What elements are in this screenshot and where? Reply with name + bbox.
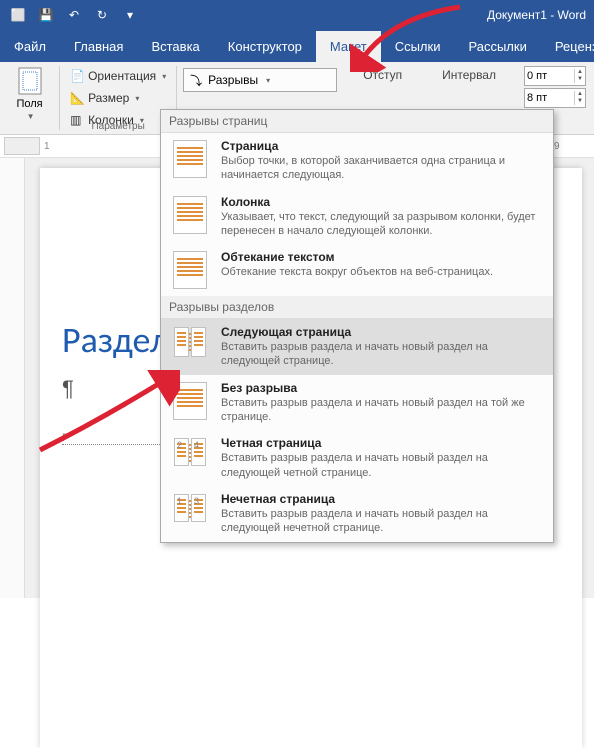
chevron-down-icon: ▾ <box>162 72 166 81</box>
item-desc: Обтекание текста вокруг объектов на веб-… <box>221 265 545 279</box>
break-page-item[interactable]: СтраницаВыбор точки, в которой заканчива… <box>161 133 553 189</box>
item-desc: Выбор точки, в которой заканчивается одн… <box>221 154 545 183</box>
margins-label: Поля <box>16 98 42 110</box>
textwrap-break-icon <box>169 250 211 290</box>
spin-down-icon[interactable]: ▼ <box>574 76 585 83</box>
page-setup-group: 📄Ориентация▾ 📐Размер▾ ▥Колонки▾ Параметр… <box>60 62 176 134</box>
indent-label: Отступ <box>363 68 402 82</box>
spacing-after-input[interactable]: ▲▼ <box>524 88 586 108</box>
breaks-button[interactable]: ⤵ Разрывы ▾ <box>183 68 337 92</box>
orientation-icon: 📄 <box>70 69 84 83</box>
document-title: Документ1 - Word <box>487 8 586 22</box>
item-title: Страница <box>221 139 545 153</box>
menu-bar: Файл Главная Вставка Конструктор Макет С… <box>0 30 594 62</box>
spacing-before-input[interactable]: ▲▼ <box>524 66 586 86</box>
break-evenpage-item[interactable]: Четная страницаВставить разрыв раздела и… <box>161 430 553 486</box>
tab-references[interactable]: Ссылки <box>381 31 455 62</box>
tab-file[interactable]: Файл <box>0 31 60 62</box>
item-desc: Вставить разрыв раздела и начать новый р… <box>221 451 545 480</box>
tab-insert[interactable]: Вставка <box>137 31 213 62</box>
break-nextpage-item[interactable]: Следующая страницаВставить разрыв раздел… <box>161 319 553 375</box>
item-desc: Указывает, что текст, следующий за разры… <box>221 210 545 239</box>
evenpage-break-icon <box>169 436 211 476</box>
word-icon: ⬜ <box>8 5 28 25</box>
item-title: Нечетная страница <box>221 492 545 506</box>
spacing-before-value[interactable] <box>525 70 565 82</box>
size-label: Размер <box>88 91 129 105</box>
page-break-icon <box>169 139 211 179</box>
redo-icon[interactable]: ↻ <box>92 5 112 25</box>
column-break-icon <box>169 195 211 235</box>
save-icon[interactable]: 💾 <box>36 5 56 25</box>
break-continuous-item[interactable]: Без разрываВставить разрыв раздела и нач… <box>161 375 553 431</box>
chevron-down-icon: ▾ <box>135 94 139 103</box>
size-button[interactable]: 📐 Размер ▾ <box>66 88 170 108</box>
item-desc: Вставить разрыв раздела и начать новый р… <box>221 340 545 369</box>
chevron-down-icon: ▼ <box>27 112 35 121</box>
item-desc: Вставить разрыв раздела и начать новый р… <box>221 396 545 425</box>
dropdown-section-page-breaks: Разрывы страниц <box>161 110 553 133</box>
item-title: Следующая страница <box>221 325 545 339</box>
breaks-icon: ⤵ <box>190 72 202 89</box>
tab-mailings[interactable]: Рассылки <box>454 31 540 62</box>
continuous-break-icon <box>169 381 211 421</box>
spin-up-icon[interactable]: ▲ <box>574 91 585 98</box>
item-title: Четная страница <box>221 436 545 450</box>
qa-customize-icon[interactable]: ▾ <box>120 5 140 25</box>
oddpage-break-icon <box>169 492 211 532</box>
margins-icon <box>16 66 44 96</box>
dropdown-section-section-breaks: Разрывы разделов <box>161 296 553 319</box>
margins-button[interactable]: Поля ▼ <box>0 62 59 134</box>
break-oddpage-item[interactable]: Нечетная страницаВставить разрыв раздела… <box>161 486 553 542</box>
title-bar: ⬜ 💾 ↶ ↻ ▾ Документ1 - Word <box>0 0 594 30</box>
ruler-tick: 9 <box>554 141 594 152</box>
ruler-tick: 1 <box>44 141 110 152</box>
ruler-margin-box <box>4 137 40 155</box>
size-icon: 📐 <box>70 91 84 105</box>
break-column-item[interactable]: КолонкаУказывает, что текст, следующий з… <box>161 189 553 245</box>
chevron-down-icon: ▾ <box>266 76 270 85</box>
item-title: Без разрыва <box>221 381 545 395</box>
undo-icon[interactable]: ↶ <box>64 5 84 25</box>
spacing-label: Интервал <box>442 68 496 82</box>
tab-review[interactable]: Рецензирован <box>541 31 594 62</box>
breaks-dropdown: Разрывы страниц СтраницаВыбор точки, в к… <box>160 109 554 543</box>
break-textwrap-item[interactable]: Обтекание текстомОбтекание текста вокруг… <box>161 244 553 296</box>
spin-up-icon[interactable]: ▲ <box>574 69 585 76</box>
page-setup-label: Параметры <box>60 121 176 132</box>
spacing-after-value[interactable] <box>525 92 565 104</box>
breaks-label: Разрывы <box>208 73 258 87</box>
tab-layout[interactable]: Макет <box>316 31 381 62</box>
item-title: Колонка <box>221 195 545 209</box>
nextpage-break-icon <box>169 325 211 365</box>
tab-home[interactable]: Главная <box>60 31 137 62</box>
item-desc: Вставить разрыв раздела и начать новый р… <box>221 507 545 536</box>
orientation-label: Ориентация <box>88 69 156 83</box>
orientation-button[interactable]: 📄 Ориентация ▾ <box>66 66 170 86</box>
item-title: Обтекание текстом <box>221 250 545 264</box>
tab-design[interactable]: Конструктор <box>214 31 316 62</box>
spin-down-icon[interactable]: ▼ <box>574 98 585 105</box>
vertical-ruler <box>0 158 25 598</box>
